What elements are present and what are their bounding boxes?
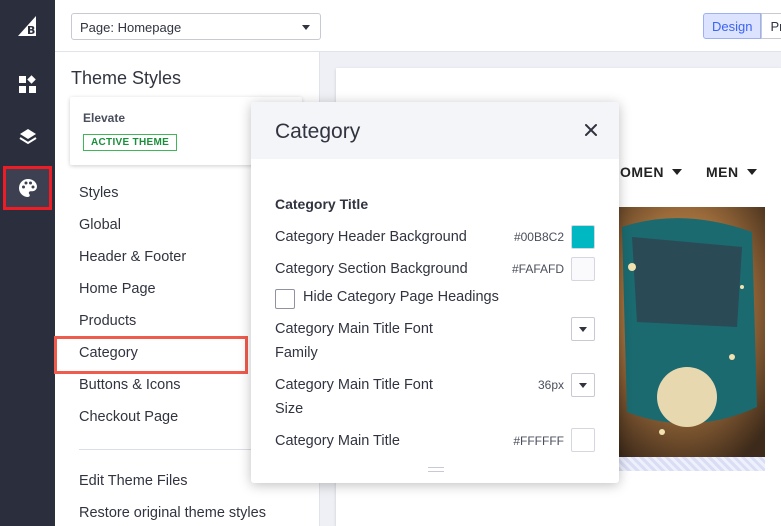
mode-tabs: Design Pr bbox=[703, 13, 781, 39]
page-select[interactable]: Page: Homepage bbox=[71, 13, 321, 40]
theme-name: Elevate bbox=[83, 111, 126, 125]
hero-image bbox=[602, 207, 765, 457]
main-title-color-hex: #FFFFFF bbox=[513, 434, 564, 448]
hero-stripe bbox=[602, 457, 765, 471]
sidebar-item-home-page[interactable]: Home Page bbox=[79, 281, 156, 297]
resize-grip-icon[interactable] bbox=[428, 467, 444, 472]
chevron-down-icon bbox=[672, 169, 682, 175]
main-title-color-label: Category Main Title bbox=[275, 433, 400, 449]
tab-design[interactable]: Design bbox=[703, 13, 762, 39]
edit-theme-files-link[interactable]: Edit Theme Files bbox=[79, 473, 188, 489]
nav-item-men[interactable]: MEN bbox=[706, 164, 757, 180]
main-title-color-swatch[interactable] bbox=[571, 428, 595, 452]
restore-theme-styles-link[interactable]: Restore original theme styles bbox=[79, 505, 266, 521]
layers-icon[interactable] bbox=[0, 115, 55, 159]
hide-headings-label: Hide Category Page Headings bbox=[303, 289, 499, 305]
sidebar-item-products[interactable]: Products bbox=[79, 313, 136, 329]
left-rail: B bbox=[0, 0, 55, 526]
header-bg-hex: #00B8C2 bbox=[513, 230, 564, 244]
section-title: Category Title bbox=[275, 196, 369, 212]
widgets-icon[interactable] bbox=[0, 63, 55, 107]
font-size-value: 36px bbox=[537, 378, 564, 392]
sidebar-item-styles[interactable]: Styles bbox=[79, 185, 119, 201]
font-family-dropdown[interactable] bbox=[571, 317, 595, 341]
status-badge: ACTIVE THEME bbox=[83, 134, 178, 151]
font-size-dropdown[interactable] bbox=[571, 373, 595, 397]
sidebar-item-checkout-page[interactable]: Checkout Page bbox=[79, 409, 178, 425]
category-modal: Category Category Title Category Header … bbox=[251, 102, 619, 483]
modal-title: Category bbox=[275, 120, 361, 143]
header-bg-swatch[interactable] bbox=[571, 225, 595, 249]
nav-item-women-label: OMEN bbox=[620, 164, 664, 180]
category-highlight bbox=[54, 336, 248, 374]
font-size-label: Category Main Title Font Size bbox=[275, 377, 433, 417]
sidebar-item-global[interactable]: Global bbox=[79, 217, 121, 233]
section-bg-label: Category Section Background bbox=[275, 261, 468, 277]
nav-item-men-label: MEN bbox=[706, 164, 739, 180]
nav-item-women[interactable]: OMEN bbox=[620, 164, 682, 180]
sidebar-item-header-footer[interactable]: Header & Footer bbox=[79, 249, 186, 265]
header-bg-label: Category Header Background bbox=[275, 229, 467, 245]
sidebar-item-buttons-icons[interactable]: Buttons & Icons bbox=[79, 377, 181, 393]
hide-headings-checkbox[interactable] bbox=[275, 289, 295, 309]
bigcommerce-logo-icon[interactable]: B bbox=[14, 12, 42, 40]
section-bg-swatch[interactable] bbox=[571, 257, 595, 281]
page-select-value: Page: Homepage bbox=[80, 20, 182, 35]
tab-preview[interactable]: Pr bbox=[761, 13, 781, 39]
chevron-down-icon bbox=[746, 169, 757, 175]
top-bar: Page: Homepage Design Pr bbox=[55, 0, 781, 52]
modal-header: Category bbox=[251, 102, 619, 159]
font-family-label: Category Main Title Font Family bbox=[275, 321, 433, 361]
svg-text:B: B bbox=[27, 24, 35, 37]
palette-icon[interactable] bbox=[3, 166, 52, 210]
chevron-down-icon bbox=[302, 25, 310, 30]
close-icon[interactable] bbox=[581, 120, 601, 140]
section-bg-hex: #FAFAFD bbox=[511, 262, 564, 276]
sidebar-title: Theme Styles bbox=[71, 68, 182, 88]
